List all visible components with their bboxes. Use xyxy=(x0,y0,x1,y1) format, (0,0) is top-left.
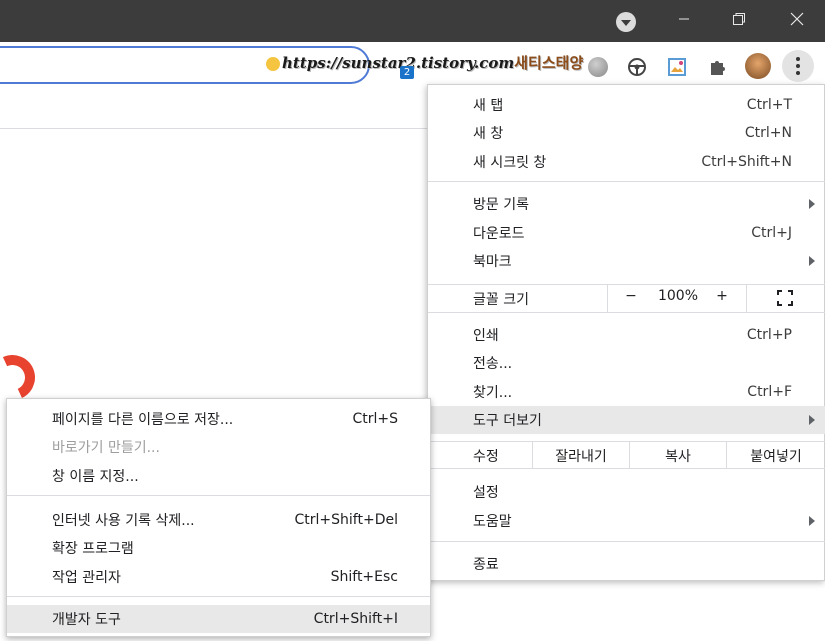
submenu-separator xyxy=(7,596,430,597)
submenu-item-extensions[interactable]: 확장 프로그램 xyxy=(7,534,430,562)
zoom-row: 글꼴 크기 − 100% + xyxy=(428,284,825,313)
menu-item-bookmarks[interactable]: 북마크 xyxy=(428,247,825,275)
submenu-item-label: 창 이름 지정... xyxy=(52,469,139,485)
zoom-out-button[interactable]: − xyxy=(624,288,638,304)
menu-item-label: 새 탭 xyxy=(473,98,504,114)
menu-item-label: 종료 xyxy=(473,557,499,573)
steering-wheel-icon[interactable] xyxy=(626,56,648,78)
url-text: https://sunstar2.tistory.com xyxy=(282,54,515,72)
menu-item-find[interactable]: 찾기... Ctrl+F xyxy=(428,378,825,406)
submenu-item-name-window[interactable]: 창 이름 지정... xyxy=(7,462,430,490)
url-deco-text: 새티스태양 xyxy=(514,54,584,72)
menu-item-label: 도구 더보기 xyxy=(473,413,542,429)
emoji-icon xyxy=(266,57,280,71)
menu-item-help[interactable]: 도움말 xyxy=(428,507,825,535)
submenu-arrow-icon xyxy=(809,199,815,209)
menu-separator xyxy=(428,181,825,182)
copy-button[interactable]: 복사 xyxy=(630,446,726,466)
menu-item-print[interactable]: 인쇄 Ctrl+P xyxy=(428,321,825,349)
submenu-item-label: 페이지를 다른 이름으로 저장... xyxy=(52,412,234,428)
edit-label: 수정 xyxy=(473,449,499,465)
menu-item-shortcut: Ctrl+F xyxy=(747,384,792,400)
restore-icon xyxy=(733,13,745,25)
submenu-item-label: 작업 관리자 xyxy=(52,570,121,586)
zoom-label: 글꼴 크기 xyxy=(473,292,529,308)
menu-item-label: 새 시크릿 창 xyxy=(473,155,547,171)
submenu-item-task-manager[interactable]: 작업 관리자 Shift+Esc xyxy=(7,563,430,591)
submenu-item-dev-tools[interactable]: 개발자 도구 Ctrl+Shift+I xyxy=(7,605,430,633)
close-icon xyxy=(790,12,804,26)
menu-item-label: 인쇄 xyxy=(473,328,499,344)
menu-item-incognito[interactable]: 새 시크릿 창 Ctrl+Shift+N xyxy=(428,148,825,176)
submenu-separator xyxy=(7,495,430,496)
submenu-item-shortcut: Ctrl+S xyxy=(352,411,398,427)
menu-item-shortcut: Ctrl+J xyxy=(751,225,792,241)
submenu-arrow-icon xyxy=(809,256,815,266)
image-edit-icon[interactable] xyxy=(666,56,688,78)
menu-item-downloads[interactable]: 다운로드 Ctrl+J xyxy=(428,219,825,247)
menu-separator xyxy=(428,312,825,313)
edit-row: 수정 잘라내기 복사 붙여넣기 xyxy=(428,441,825,469)
menu-item-shortcut: Ctrl+P xyxy=(746,327,792,343)
submenu-item-shortcut: Ctrl+Shift+I xyxy=(313,611,398,627)
zoom-divider xyxy=(746,284,747,312)
menu-item-label: 다운로드 xyxy=(473,226,525,242)
menu-item-label: 새 창 xyxy=(473,126,504,142)
menu-item-more-tools[interactable]: 도구 더보기 xyxy=(428,406,825,434)
menu-item-cast[interactable]: 전송... xyxy=(428,349,825,377)
submenu-item-clear-data[interactable]: 인터넷 사용 기록 삭제... Ctrl+Shift+Del xyxy=(7,506,430,534)
menu-item-new-tab[interactable]: 새 탭 Ctrl+T xyxy=(428,91,825,119)
submenu-item-shortcut: Ctrl+Shift+Del xyxy=(294,512,398,528)
menu-item-new-window[interactable]: 새 창 Ctrl+N xyxy=(428,119,825,147)
cut-button[interactable]: 잘라내기 xyxy=(533,446,629,466)
submenu-arrow-icon xyxy=(809,415,815,425)
title-bar xyxy=(0,0,825,42)
tab-count-badge: 2 xyxy=(400,66,414,79)
menu-item-shortcut: Ctrl+N xyxy=(744,125,792,141)
page-divider xyxy=(0,128,430,129)
url-overlay: https://sunstar2.tistory.com새티스태양 xyxy=(266,52,583,74)
fullscreen-icon[interactable] xyxy=(777,290,793,306)
avatar[interactable] xyxy=(745,53,771,79)
zoom-divider xyxy=(607,284,608,312)
menu-item-label: 도움말 xyxy=(473,514,512,530)
zoom-value: 100% xyxy=(657,288,699,304)
gray-circle-icon[interactable] xyxy=(587,56,609,78)
menu-item-settings[interactable]: 설정 xyxy=(428,478,825,506)
kebab-menu-icon[interactable] xyxy=(782,50,814,82)
menu-item-history[interactable]: 방문 기록 xyxy=(428,190,825,218)
menu-separator xyxy=(428,541,825,542)
profile-dropdown-icon[interactable] xyxy=(616,12,636,32)
submenu-item-save-page[interactable]: 페이지를 다른 이름으로 저장... Ctrl+S xyxy=(7,405,430,433)
menu-item-label: 찾기... xyxy=(473,385,513,401)
menu-item-shortcut: Ctrl+T xyxy=(746,97,792,113)
submenu-arrow-icon xyxy=(809,516,815,526)
menu-item-shortcut: Ctrl+Shift+N xyxy=(701,154,792,170)
menu-item-label: 전송... xyxy=(473,356,513,372)
menu-item-label: 방문 기록 xyxy=(473,197,529,213)
more-tools-submenu: 페이지를 다른 이름으로 저장... Ctrl+S 바로가기 만들기... 창 … xyxy=(6,398,431,637)
paste-button[interactable]: 붙여넣기 xyxy=(727,446,825,466)
submenu-item-label: 인터넷 사용 기록 삭제... xyxy=(52,513,195,529)
menu-item-label: 설정 xyxy=(473,485,499,501)
menu-item-label: 북마크 xyxy=(473,254,512,270)
submenu-item-label: 확장 프로그램 xyxy=(52,541,134,557)
restore-button[interactable] xyxy=(711,0,767,38)
puzzle-icon[interactable] xyxy=(706,56,728,78)
close-button[interactable] xyxy=(769,0,825,38)
minimize-icon xyxy=(679,18,689,20)
submenu-item-create-shortcut: 바로가기 만들기... xyxy=(7,433,430,461)
menu-item-exit[interactable]: 종료 xyxy=(428,550,825,578)
menu-separator xyxy=(428,284,825,285)
submenu-item-label: 바로가기 만들기... xyxy=(52,440,160,456)
submenu-item-label: 개발자 도구 xyxy=(52,612,121,628)
submenu-item-shortcut: Shift+Esc xyxy=(330,569,398,585)
minimize-button[interactable] xyxy=(656,0,712,38)
chrome-menu: 새 탭 Ctrl+T 새 창 Ctrl+N 새 시크릿 창 Ctrl+Shift… xyxy=(427,84,825,581)
zoom-in-button[interactable]: + xyxy=(715,288,729,304)
